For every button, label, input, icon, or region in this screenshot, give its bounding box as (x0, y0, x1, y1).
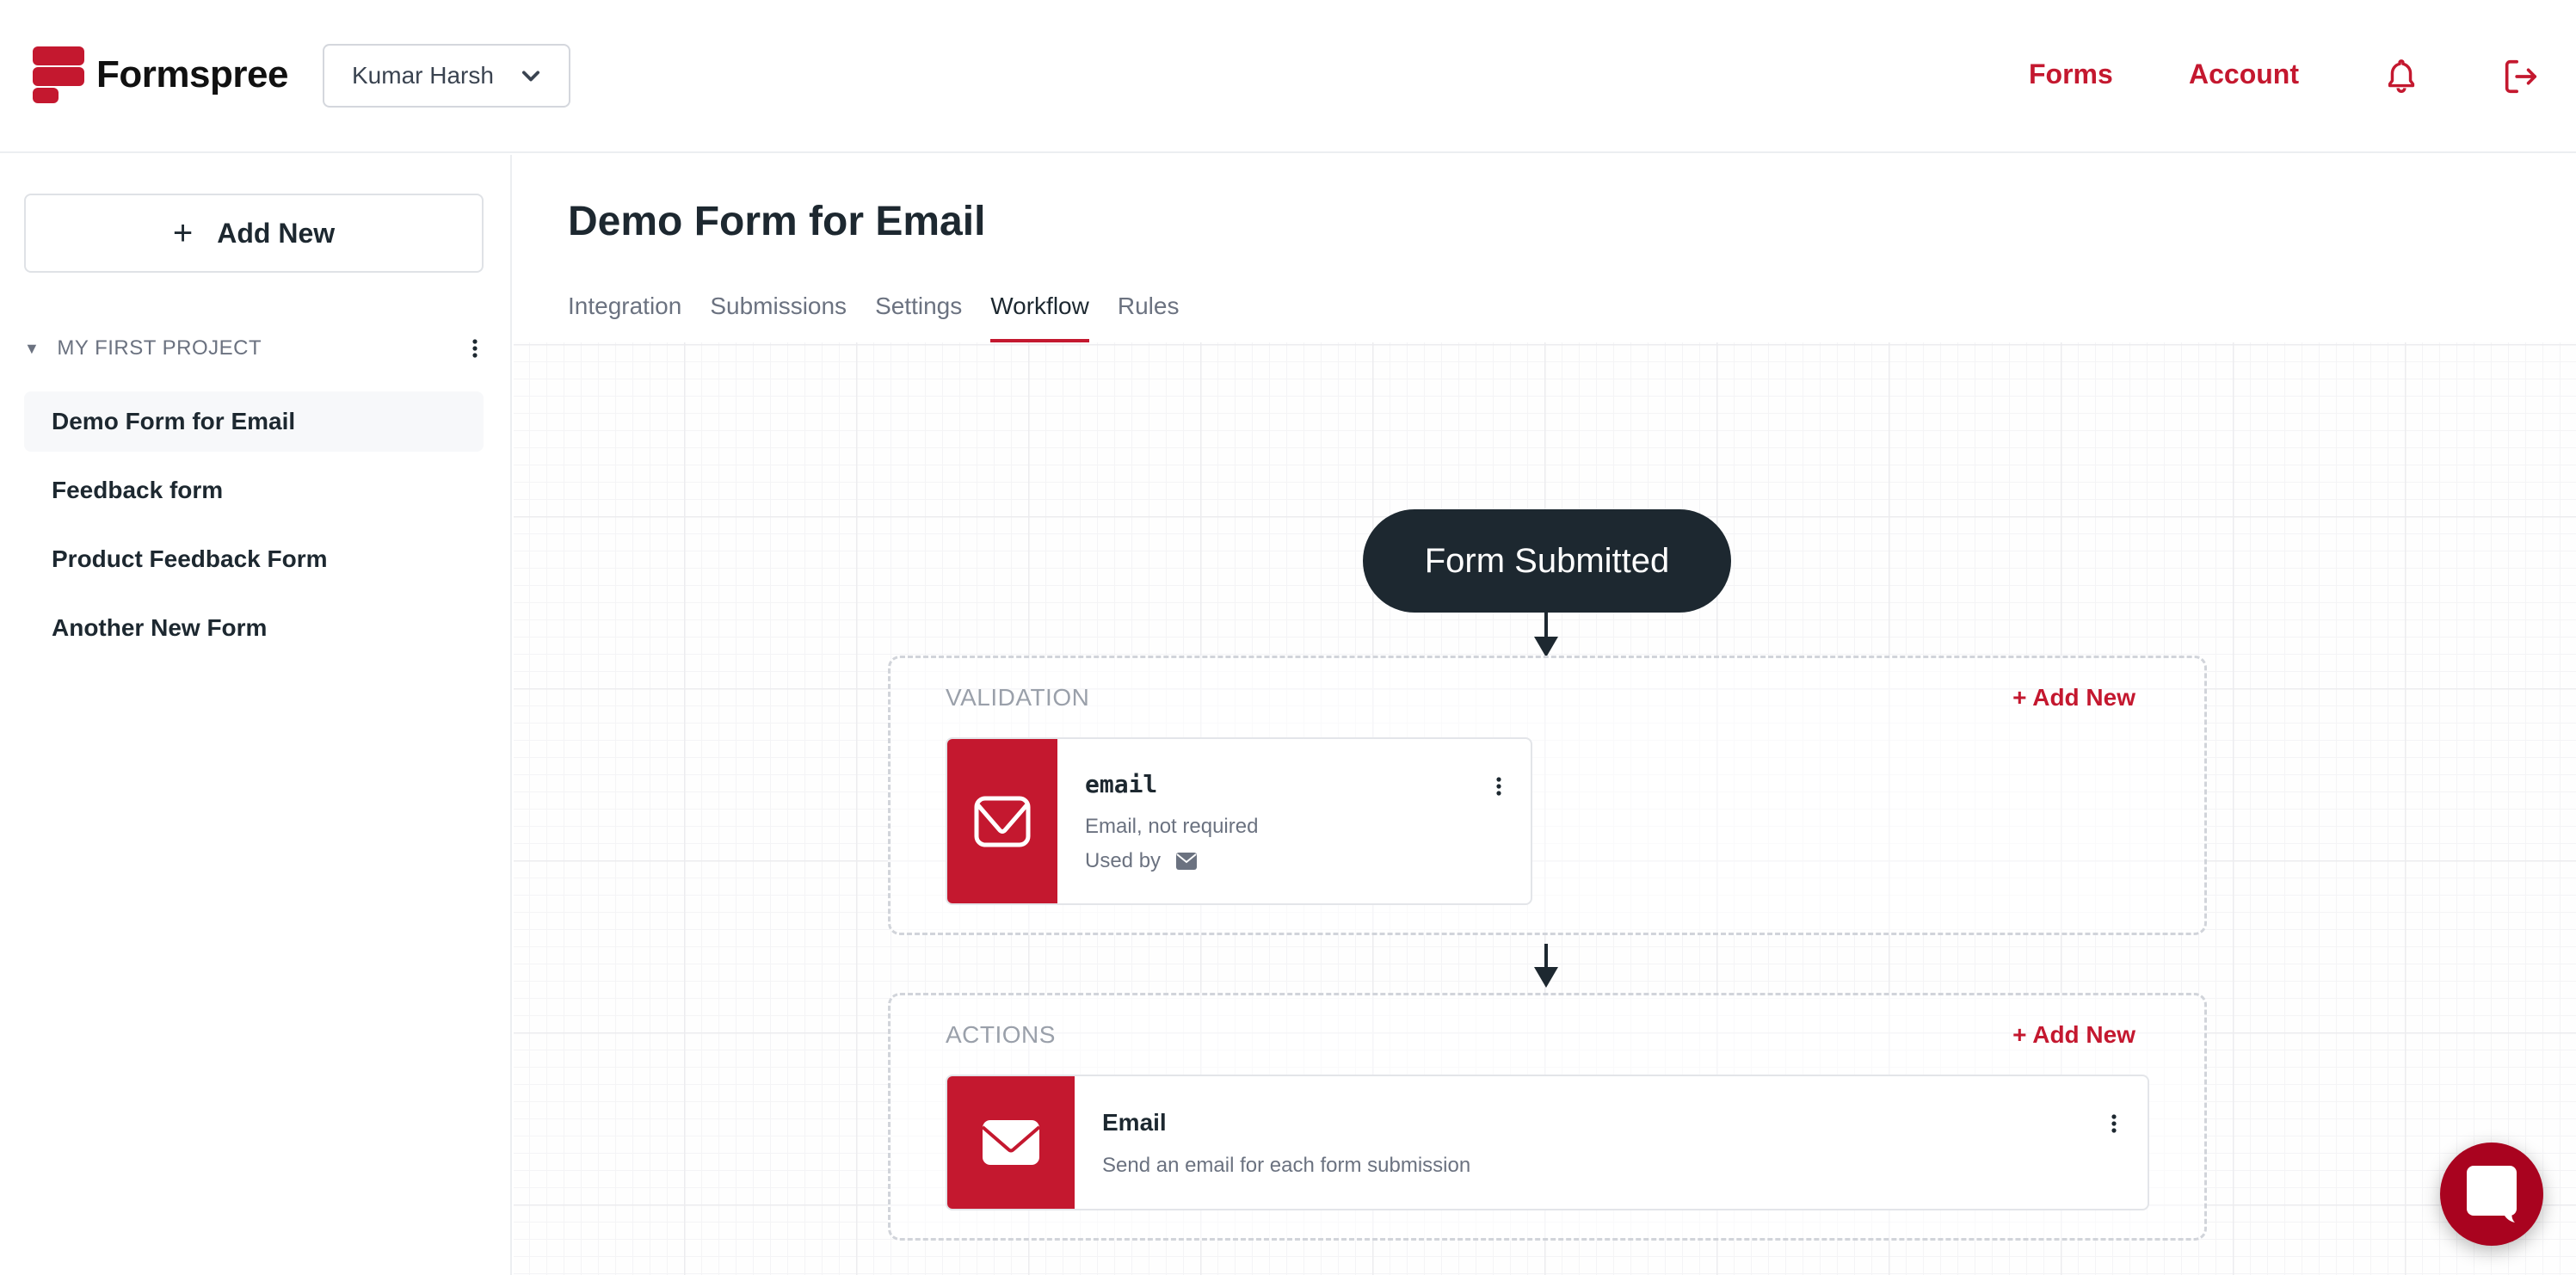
trigger-node-form-submitted[interactable]: Form Submitted (1363, 509, 1731, 613)
tab-workflow[interactable]: Workflow (990, 293, 1089, 342)
account-selector-value: Kumar Harsh (352, 62, 494, 89)
validation-group: VALIDATION + Add New email Email, not re… (888, 656, 2207, 935)
validation-card-menu-icon[interactable] (1494, 775, 1503, 798)
validation-card-icon-panel (947, 739, 1057, 903)
chevron-down-icon (521, 71, 540, 82)
arrow-down-icon (1534, 967, 1558, 988)
nav-account-link[interactable]: Account (2189, 59, 2299, 90)
tab-integration[interactable]: Integration (568, 293, 681, 342)
validation-group-label: VALIDATION (946, 684, 1090, 711)
envelope-outline-icon (974, 796, 1031, 847)
chat-widget-button[interactable] (2440, 1143, 2543, 1246)
page-title: Demo Form for Email (568, 199, 986, 244)
project-name: MY FIRST PROJECT (57, 336, 262, 360)
tab-submissions[interactable]: Submissions (710, 293, 847, 342)
validation-field-name: email (1085, 770, 1158, 798)
tab-rules[interactable]: Rules (1118, 293, 1180, 342)
add-new-form-button[interactable]: + Add New (24, 194, 484, 273)
add-new-label: Add New (217, 217, 336, 249)
form-tabs: Integration Submissions Settings Workflo… (568, 293, 1207, 342)
add-validation-button[interactable]: + Add New (2012, 684, 2135, 711)
validation-card-email[interactable]: email Email, not required Used by (946, 737, 1532, 905)
plus-icon: + (172, 213, 194, 252)
chat-bubble-icon (2467, 1166, 2517, 1223)
collapse-triangle-icon[interactable]: ▼ (24, 340, 40, 358)
nav-forms-link[interactable]: Forms (2029, 59, 2113, 90)
actions-group-label: ACTIONS (946, 1021, 1056, 1048)
action-card-icon-panel (947, 1076, 1075, 1209)
sidebar: + Add New ▼ MY FIRST PROJECT Demo Form f… (0, 155, 512, 1275)
arrow-down-icon (1534, 637, 1558, 657)
actions-group: ACTIONS + Add New Email Send an email fo… (888, 993, 2207, 1241)
form-header: Demo Form for Email Integration Submissi… (514, 155, 2576, 344)
account-selector[interactable]: Kumar Harsh (323, 44, 570, 108)
sidebar-form-demo-form-for-email[interactable]: Demo Form for Email (24, 391, 484, 452)
sidebar-form-feedback-form[interactable]: Feedback form (24, 460, 484, 520)
bell-icon[interactable] (2382, 57, 2421, 96)
action-card-email[interactable]: Email Send an email for each form submis… (946, 1075, 2149, 1210)
tab-settings[interactable]: Settings (875, 293, 962, 342)
action-name: Email (1102, 1109, 1167, 1136)
formspree-logo[interactable]: Formspree (33, 46, 288, 103)
sidebar-form-product-feedback-form[interactable]: Product Feedback Form (24, 529, 484, 589)
top-header: Formspree Kumar Harsh Forms Account (0, 0, 2576, 153)
validation-field-description: Email, not required (1085, 815, 1259, 838)
project-menu-icon[interactable] (470, 336, 480, 361)
brand-name: Formspree (96, 53, 288, 95)
sidebar-form-another-new-form[interactable]: Another New Form (24, 598, 484, 658)
envelope-icon[interactable] (1176, 853, 1198, 870)
logout-icon[interactable] (2500, 57, 2540, 96)
used-by: Used by (1085, 849, 1198, 873)
add-action-button[interactable]: + Add New (2012, 1021, 2135, 1049)
used-by-label: Used by (1085, 849, 1162, 872)
envelope-icon (983, 1120, 1039, 1165)
action-card-menu-icon[interactable] (2110, 1112, 2118, 1135)
project-header[interactable]: ▼ MY FIRST PROJECT (24, 336, 484, 361)
action-description: Send an email for each form submission (1102, 1154, 1471, 1177)
formspree-logo-icon (33, 46, 84, 103)
